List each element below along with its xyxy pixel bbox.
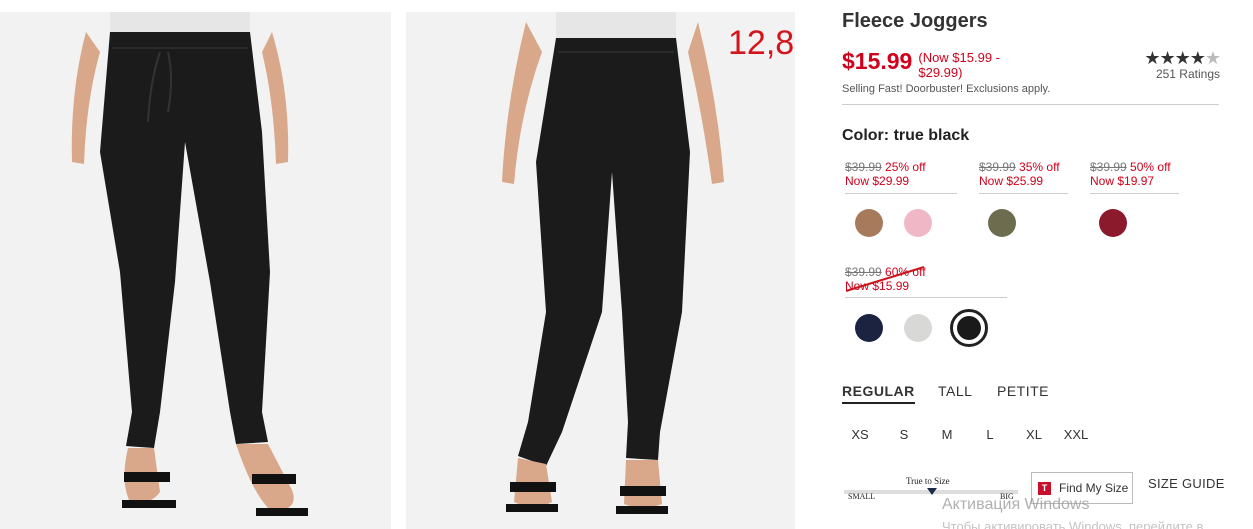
joggers-back-illustration <box>406 12 795 529</box>
size-button-l[interactable]: L <box>973 427 1007 442</box>
handwritten-strike-line <box>845 266 925 292</box>
current-price: $15.99 <box>842 48 913 74</box>
discount-percent: 35% off <box>1019 160 1060 174</box>
fit-scale-left-label: SMALL <box>848 492 876 501</box>
true-fit-logo-icon: T <box>1038 481 1051 495</box>
tab-petite[interactable]: PETITE <box>997 383 1049 399</box>
tab-regular[interactable]: REGULAR <box>842 383 915 404</box>
rating-count[interactable]: 251 Ratings <box>1116 67 1220 81</box>
product-image-back[interactable] <box>406 12 795 529</box>
product-image-front[interactable] <box>0 12 391 529</box>
color-swatch-olive[interactable] <box>988 209 1016 237</box>
star-rating-icon: ★★★★★ <box>1144 48 1221 68</box>
color-swatch-navy[interactable] <box>855 314 883 342</box>
size-button-xxl[interactable]: XXL <box>1059 427 1093 442</box>
divider <box>845 193 957 194</box>
color-swatch-brown[interactable] <box>855 209 883 237</box>
os-activation-watermark-subtext: Чтобы активировать Windows, перейдите в <box>942 519 1204 529</box>
divider <box>842 104 1219 105</box>
fit-scale-center-label: True to Size <box>906 476 950 486</box>
discount-percent: 25% off <box>885 160 926 174</box>
color-label: Color: true black <box>842 127 970 144</box>
size-button-m[interactable]: M <box>930 427 964 442</box>
color-swatch-true-black-selected[interactable] <box>950 309 988 347</box>
size-guide-link[interactable]: SIZE GUIDE <box>1148 476 1225 491</box>
original-price: $39.99 <box>1090 160 1127 174</box>
product-title: Fleece Joggers <box>842 10 988 32</box>
divider <box>1090 193 1179 194</box>
tab-tall[interactable]: TALL <box>938 383 972 399</box>
joggers-front-illustration <box>0 12 391 529</box>
original-price: $39.99 <box>845 160 882 174</box>
price-range: (Now $15.99 - $29.99) <box>918 50 1001 80</box>
handwritten-annotation: 12,8 <box>728 24 795 62</box>
os-activation-watermark: Активация Windows <box>942 496 1090 513</box>
price-group: $39.99 50% off Now $19.97 <box>1090 160 1171 188</box>
size-button-xl[interactable]: XL <box>1017 427 1051 442</box>
divider <box>845 297 1007 298</box>
find-my-size-label: Find My Size <box>1059 481 1129 495</box>
size-button-s[interactable]: S <box>887 427 921 442</box>
promo-text: Selling Fast! Doorbuster! Exclusions app… <box>842 83 1051 95</box>
product-page: 12,8 Fleece Joggers $15.99 (Now $15.99 -… <box>0 0 1253 529</box>
sale-price: Now $19.97 <box>1090 174 1155 188</box>
price-row: $15.99 (Now $15.99 - $29.99) <box>842 48 1028 80</box>
price-group: $39.99 25% off Now $29.99 <box>845 160 926 188</box>
size-button-xs[interactable]: XS <box>843 427 877 442</box>
color-swatch-burgundy[interactable] <box>1099 209 1127 237</box>
sale-price: Now $25.99 <box>979 174 1044 188</box>
divider <box>979 193 1068 194</box>
fit-marker-icon <box>927 488 937 495</box>
color-swatch-light-gray[interactable] <box>904 314 932 342</box>
swatch-fill <box>957 316 981 340</box>
sale-price: Now $29.99 <box>845 174 910 188</box>
color-swatch-pink[interactable] <box>904 209 932 237</box>
original-price: $39.99 <box>979 160 1016 174</box>
discount-percent: 50% off <box>1130 160 1171 174</box>
rating-summary[interactable]: ★★★★★ 251 Ratings <box>1116 48 1221 81</box>
price-group: $39.99 35% off Now $25.99 <box>979 160 1060 188</box>
